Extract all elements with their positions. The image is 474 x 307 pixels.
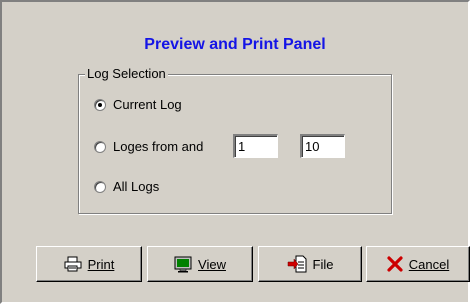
file-button[interactable]: File — [258, 246, 362, 282]
view-button[interactable]: View — [147, 246, 253, 282]
monitor-icon — [174, 256, 192, 273]
cancel-button[interactable]: Cancel — [366, 246, 470, 282]
from-log-field[interactable] — [233, 134, 278, 158]
radio-button[interactable] — [94, 180, 106, 193]
to-log-field[interactable] — [300, 134, 345, 158]
group-legend: Log Selection — [85, 66, 168, 81]
preview-print-panel: Preview and Print Panel Log Selection Cu… — [0, 0, 470, 304]
cancel-label: Cancel — [408, 256, 450, 272]
file-label: File — [312, 256, 334, 272]
print-label: Print — [87, 256, 115, 272]
radio-button[interactable] — [94, 140, 106, 153]
red-x-icon — [387, 256, 403, 272]
radio-label: Loges from and — [113, 139, 204, 154]
radio-all-logs[interactable]: All Logs — [94, 179, 159, 194]
panel-title: Preview and Print Panel — [144, 36, 326, 53]
file-export-icon — [287, 255, 307, 273]
radio-loges-from[interactable]: Loges from and — [94, 139, 203, 154]
print-button[interactable]: Print — [36, 246, 142, 282]
printer-icon — [64, 256, 82, 272]
view-label: View — [198, 256, 226, 272]
radio-current-log[interactable]: Current Log — [94, 97, 182, 112]
radio-label: Current Log — [113, 97, 182, 112]
radio-label: All Logs — [113, 179, 160, 194]
radio-button[interactable] — [94, 98, 106, 111]
